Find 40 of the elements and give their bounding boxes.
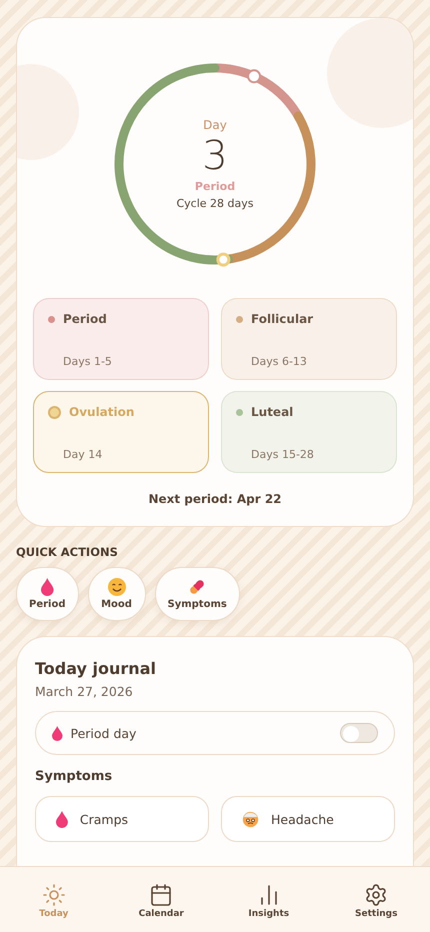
symptom-button[interactable]: Headache [221, 796, 395, 842]
smiling-face-icon [108, 578, 126, 596]
day-number: 3 [202, 132, 228, 180]
bandaged-face-icon [242, 810, 259, 828]
day-label: Day [203, 118, 227, 132]
quick-action-button[interactable]: Mood [88, 567, 146, 621]
phase-name: Follicular [251, 312, 314, 326]
section-title: QUICK ACTIONS [16, 545, 119, 559]
phase-label: Period [194, 180, 236, 193]
phase-card[interactable]: Period Days 1-5 [33, 298, 209, 380]
nav-tab[interactable]: Settings [341, 883, 412, 919]
journal-title: Today journal [35, 659, 157, 678]
symptom-button[interactable]: Cramps [35, 796, 209, 842]
phase-days: Days 6-13 [236, 355, 382, 368]
phase-name: Luteal [251, 405, 294, 419]
toggle-switch[interactable] [340, 723, 378, 743]
phase-days: Days 15-28 [236, 448, 382, 461]
quick-action-button[interactable]: Symptoms [154, 567, 240, 621]
journal-date: March 27, 2026 [35, 684, 134, 699]
drop-icon [56, 810, 68, 828]
nav-tab[interactable]: Insights [234, 883, 304, 919]
cycle-length: Cycle 28 days [176, 197, 254, 210]
settings-icon [364, 883, 388, 907]
phase-days: Day 14 [48, 448, 194, 461]
phase-days: Days 1-5 [48, 355, 194, 368]
period-day-label: Period day [70, 726, 138, 740]
drop-icon [52, 726, 62, 740]
calendar-icon [149, 883, 174, 907]
phase-card[interactable]: Ovulation Day 14 [33, 391, 209, 473]
pill-icon [188, 578, 206, 596]
symptoms-title: Symptoms [35, 769, 114, 784]
nav-tab[interactable]: Calendar [126, 883, 196, 919]
phase-name: Period [63, 312, 107, 326]
phase-card[interactable]: Follicular Days 6-13 [221, 298, 397, 380]
next-period-text: Next period: Apr 22 [148, 492, 282, 506]
quick-action-button[interactable]: Period [16, 567, 78, 621]
phase-name: Ovulation [69, 405, 134, 419]
sun-icon [42, 883, 66, 907]
drop-icon [40, 578, 54, 596]
phase-card[interactable]: Luteal Days 15-28 [221, 391, 397, 473]
